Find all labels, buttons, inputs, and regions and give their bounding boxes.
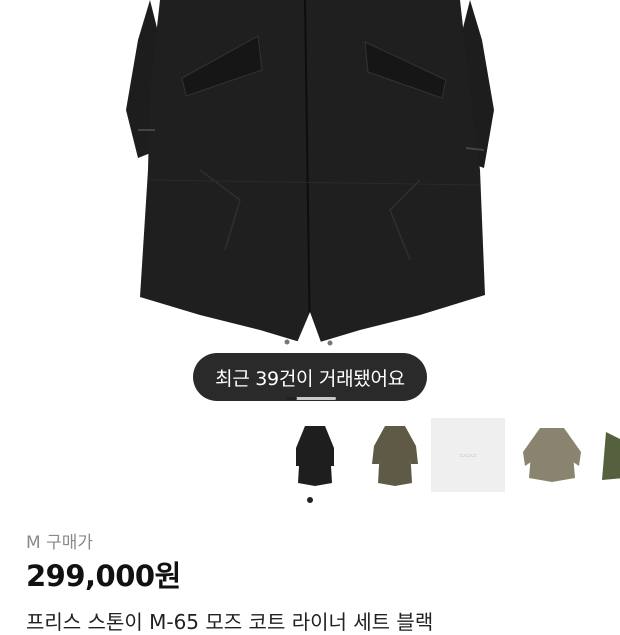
thumbnail-3[interactable]: ▭▭▭ [431, 418, 505, 492]
thumbnail-strip[interactable]: ▭▭▭ [278, 418, 620, 494]
recent-trades-toast: 최근 39건이 거래됐어요 [193, 353, 427, 401]
green-parka-thumb [602, 432, 620, 480]
thumbnail-2[interactable] [358, 418, 432, 492]
product-main-image[interactable] [0, 0, 620, 405]
product-price: 299,000원 [26, 559, 181, 593]
black-parka-thumb [296, 426, 334, 486]
toast-text: 최근 39건이 거래됐어요 [215, 367, 405, 390]
product-title: 프리스 스톤이 M-65 모즈 코트 라이너 세트 블랙 [26, 610, 434, 634]
gallery-progress-bar [284, 397, 336, 400]
thumbnail-5[interactable] [596, 418, 620, 492]
placeholder-mark: ▭▭▭ [459, 452, 477, 459]
size-purchase-label: M 구매가 [26, 533, 93, 553]
olive-parka-thumb [372, 426, 418, 486]
gallery-progress-fill [284, 397, 297, 400]
black-parka-photo [126, 0, 494, 346]
gallery-indicator-dot [307, 497, 313, 503]
beige-parka-thumb [523, 428, 581, 482]
thumbnail-1[interactable] [278, 418, 352, 492]
thumbnail-4[interactable] [515, 418, 589, 492]
